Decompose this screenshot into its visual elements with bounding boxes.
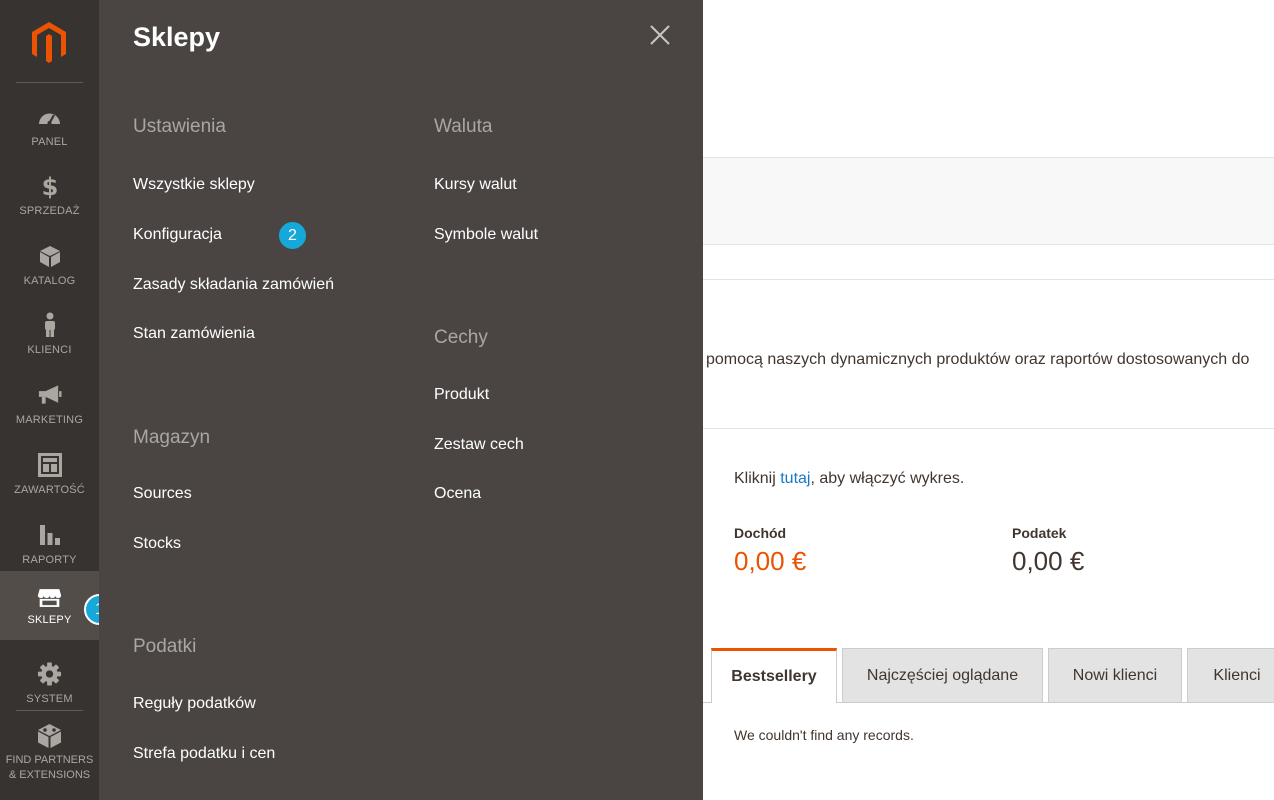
- svg-text:$: $: [41, 173, 58, 199]
- bar-chart-icon: [37, 522, 62, 547]
- nav-item-marketing[interactable]: MARKETING: [0, 372, 99, 441]
- group-title-taxes: Podatki: [133, 636, 197, 657]
- extensions-box-icon: [36, 722, 63, 749]
- empty-records-text: We couldn't find any records.: [734, 727, 914, 743]
- nav-item-label: MARKETING: [15, 414, 84, 426]
- step-badge-2: 2: [277, 220, 308, 251]
- tax-label: Podatek: [1012, 525, 1067, 541]
- menu-link-currency-rates[interactable]: Kursy walut: [434, 176, 517, 194]
- enable-chart-link[interactable]: tutaj: [780, 470, 810, 487]
- panel-title: Sklepy: [133, 22, 221, 52]
- gear-icon: [37, 661, 62, 686]
- stores-menu-panel: Sklepy Ustawienia Wszystkie sklepy Konfi…: [99, 0, 703, 800]
- dashboard-icon: [37, 104, 62, 129]
- menu-link-order-status[interactable]: Stan zamówienia: [133, 325, 255, 343]
- person-icon: [37, 312, 62, 337]
- tab-bestsellers[interactable]: Bestsellery: [711, 648, 837, 703]
- income-label: Dochód: [734, 525, 787, 541]
- nav-item-find-partners[interactable]: FIND PARTNERS & EXTENSIONS: [0, 718, 99, 790]
- menu-link-tax-rules[interactable]: Reguły podatków: [133, 695, 256, 713]
- box-icon: [37, 243, 62, 268]
- logo-divider: [16, 82, 83, 83]
- close-icon[interactable]: [647, 22, 673, 48]
- group-title-attributes: Cechy: [434, 327, 488, 348]
- magento-logo-icon[interactable]: [24, 18, 74, 66]
- nav-item-customers[interactable]: KLIENCI: [0, 302, 99, 371]
- divider: [703, 428, 1274, 429]
- nav-item-panel[interactable]: PANEL: [0, 94, 99, 163]
- group-title-inventory: Magazyn: [133, 427, 211, 448]
- menu-link-rating[interactable]: Ocena: [434, 485, 481, 503]
- nav-item-label: SYSTEM: [26, 693, 73, 705]
- content-band: [703, 157, 1274, 245]
- dashboard-content: pomocą naszych dynamicznych produktów or…: [703, 0, 1274, 800]
- admin-sidebar: PANEL $ SPRZEDAŻ KATALOG KLIENCI MARKETI…: [0, 0, 99, 800]
- nav-item-label: PANEL: [31, 136, 68, 148]
- menu-link-configuration[interactable]: Konfiguracja: [133, 226, 222, 244]
- nav-item-content[interactable]: ZAWARTOŚĆ: [0, 442, 99, 511]
- nav-item-sales[interactable]: $ SPRZEDAŻ: [0, 163, 99, 232]
- menu-link-product[interactable]: Produkt: [434, 386, 489, 404]
- nav-item-label: RAPORTY: [22, 554, 77, 566]
- nav-item-label: SPRZEDAŻ: [19, 205, 80, 217]
- nav-item-catalog[interactable]: KATALOG: [0, 233, 99, 302]
- menu-link-stocks[interactable]: Stocks: [133, 535, 181, 553]
- chart-prompt: Kliknij tutaj, aby włączyć wykres.: [734, 470, 965, 487]
- tax-value: 0,00 €: [1012, 546, 1085, 576]
- menu-link-sources[interactable]: Sources: [133, 485, 192, 503]
- nav-item-label: ZAWARTOŚĆ: [14, 484, 85, 496]
- menu-link-attribute-set[interactable]: Zestaw cech: [434, 436, 524, 454]
- income-value: 0,00 €: [734, 546, 807, 576]
- menu-link-tax-zones[interactable]: Strefa podatku i cen: [133, 745, 275, 763]
- nav-item-label: SKLEPY: [27, 614, 72, 626]
- nav-item-label: FIND PARTNERS & EXTENSIONS: [5, 754, 94, 781]
- nav-item-label: KATALOG: [23, 275, 76, 287]
- intro-text: pomocą naszych dynamicznych produktów or…: [706, 351, 1250, 368]
- extensions-divider: [16, 710, 83, 711]
- layout-icon: [37, 452, 62, 477]
- store-icon: [37, 585, 62, 610]
- dollar-icon: $: [37, 173, 62, 199]
- menu-link-currency-symbols[interactable]: Symbole walut: [434, 226, 538, 244]
- group-title-settings: Ustawienia: [133, 116, 226, 137]
- megaphone-icon: [37, 382, 62, 407]
- nav-item-label: KLIENCI: [27, 344, 72, 356]
- tab-new-customers[interactable]: Nowi klienci: [1048, 648, 1182, 703]
- menu-link-all-stores[interactable]: Wszystkie sklepy: [133, 176, 255, 194]
- tab-customers[interactable]: Klienci: [1187, 648, 1274, 703]
- group-title-currency: Waluta: [434, 116, 493, 137]
- tab-most-viewed[interactable]: Najczęściej oglądane: [842, 648, 1043, 703]
- menu-link-order-rules[interactable]: Zasady składania zamówień: [133, 276, 334, 294]
- divider: [703, 279, 1274, 280]
